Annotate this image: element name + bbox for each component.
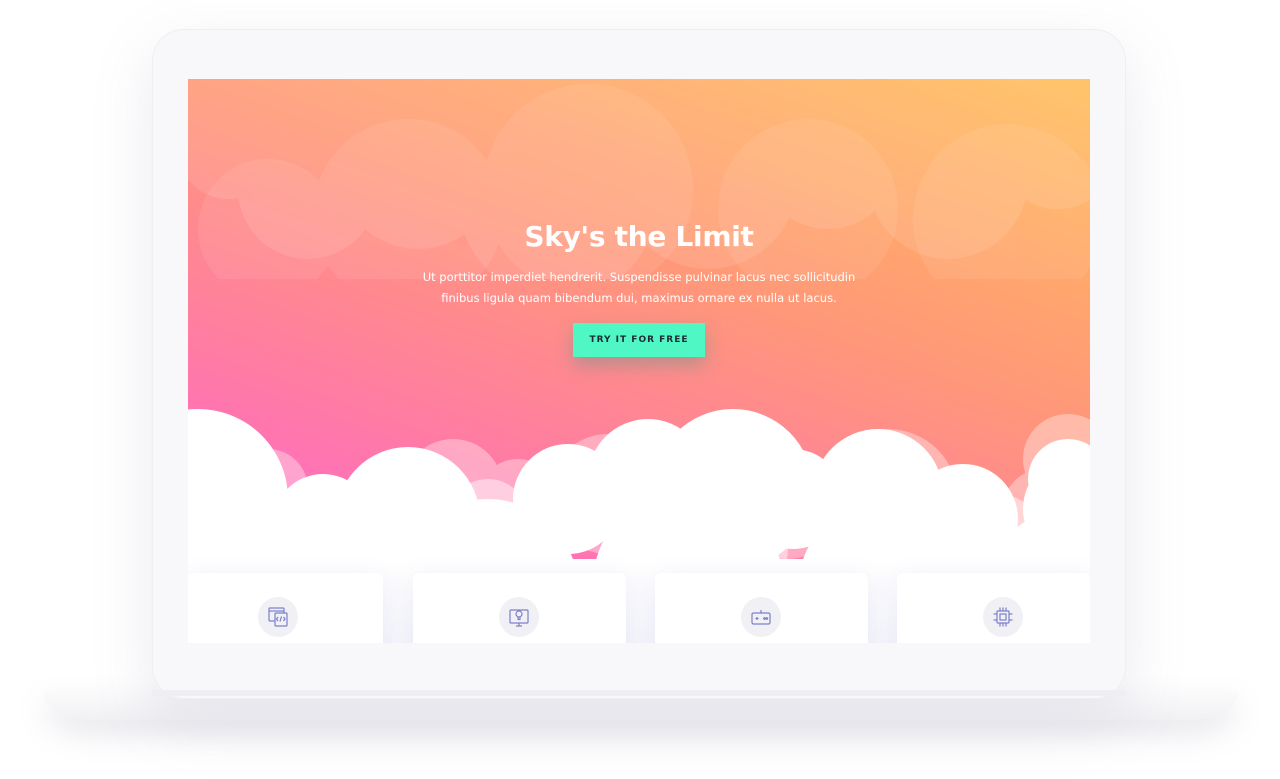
lightbulb-monitor-icon — [499, 597, 539, 637]
feature-card-1 — [188, 573, 383, 643]
cpu-chip-icon — [983, 597, 1023, 637]
gamepad-icon — [741, 597, 781, 637]
feature-card-4 — [897, 573, 1090, 643]
laptop-hinge — [152, 690, 1126, 696]
laptop-screen: Sky's the Limit Ut porttitor imperdiet h… — [188, 79, 1090, 643]
feature-card-2 — [413, 573, 626, 643]
feature-card-3 — [655, 573, 868, 643]
code-window-icon — [258, 597, 298, 637]
page: Sky's the Limit Ut porttitor imperdiet h… — [0, 0, 1280, 779]
